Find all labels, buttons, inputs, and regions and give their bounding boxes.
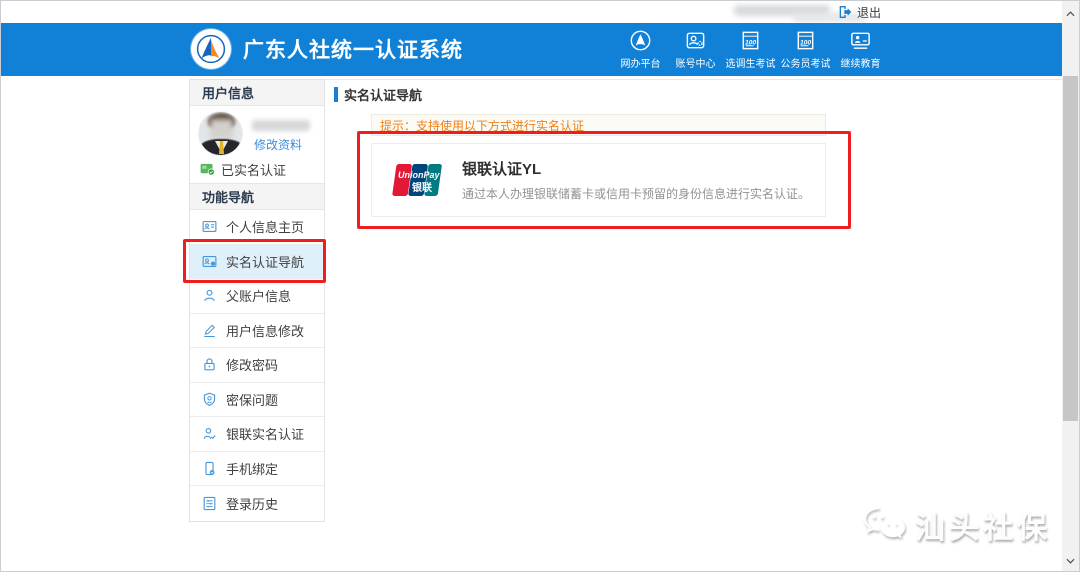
scrollbar-thumb[interactable]: [1063, 76, 1078, 421]
scrollbar-down-arrow[interactable]: [1062, 552, 1079, 569]
nav-item-account-center[interactable]: 账号中心: [668, 29, 723, 70]
exam-100-icon: 100: [742, 31, 759, 50]
sidebar: 用户信息 修改资料 已实名认证 功能导航 个人信息主页 实名认证导航 父账户信息…: [189, 79, 325, 522]
shield-icon: [203, 392, 216, 406]
sidebar-item-security-question[interactable]: 密保问题: [190, 382, 324, 417]
sidebar-item-label: 登录历史: [226, 496, 279, 512]
watermark-text: 汕头社保: [915, 512, 1051, 545]
pencil-icon: [204, 324, 215, 337]
page-title: 实名认证导航: [344, 88, 423, 103]
unionpay-logo-icon: UnionPay 银联: [392, 164, 442, 196]
verified-label: 已实名认证: [221, 163, 287, 178]
sidebar-item-label: 用户信息修改: [226, 323, 305, 339]
browser-top-strip: 退出: [1, 1, 1064, 23]
avatar: [198, 111, 243, 156]
title-accent-bar: [334, 87, 338, 102]
card-title: 银联认证YL: [462, 161, 542, 178]
sidebar-item-parent-account-info[interactable]: 父账户信息: [190, 279, 324, 314]
svg-text:银联: 银联: [412, 181, 432, 194]
nav-label: 继续教育: [840, 59, 881, 70]
person-check-icon: [203, 428, 216, 440]
unionpay-auth-card[interactable]: UnionPay 银联 银联认证YL 通过本人办理银联储蓄卡或信用卡预留的身份信…: [371, 143, 826, 217]
history-icon: [203, 496, 216, 510]
sidebar-item-realname-auth-nav[interactable]: 实名认证导航: [190, 244, 324, 279]
auth-card-icon: [202, 255, 217, 267]
sidebar-item-phone-binding[interactable]: 手机绑定: [190, 451, 324, 486]
person-icon: [204, 290, 215, 302]
watermark: 汕头社保: [863, 503, 1051, 547]
nav-label: 网办平台: [620, 59, 661, 70]
header-nav: 网办平台 账号中心 100 选调生考试 100 公务员考试 继续教育: [613, 26, 888, 73]
realname-verified-status: 已实名认证: [190, 156, 324, 184]
sidebar-item-label: 实名认证导航: [226, 254, 305, 270]
app-header: 广东人社统一认证系统 网办平台 账号中心 100 选调生考试 100 公务员考试…: [1, 23, 1064, 76]
card-description: 通过本人办理银联储蓄卡或信用卡预留的身份信息进行实名认证。: [462, 187, 811, 201]
sidebar-user-section-header: 用户信息: [190, 80, 324, 106]
nav-item-continuing-education[interactable]: 继续教育: [833, 29, 888, 70]
edit-profile-link[interactable]: 修改资料: [254, 136, 302, 153]
sidebar-item-personal-info-home[interactable]: 个人信息主页: [190, 210, 324, 245]
notice-bar: 提示：支持使用以下方式进行实名认证: [371, 114, 826, 136]
sidebar-item-change-password[interactable]: 修改密码: [190, 348, 324, 383]
sidebar-item-label: 父账户信息: [226, 289, 292, 305]
account-center-icon: [686, 32, 705, 49]
svg-text:100: 100: [800, 39, 811, 46]
sidebar-item-label: 手机绑定: [226, 461, 279, 477]
logout-door-icon: [839, 6, 852, 18]
redacted-user-name: [252, 120, 310, 131]
portal-icon: [630, 30, 651, 51]
nav-label: 账号中心: [675, 59, 716, 70]
brand: 广东人社统一认证系统: [191, 29, 463, 69]
sidebar-nav-section-header: 功能导航: [190, 184, 324, 210]
main-content: 实名认证导航 提示：支持使用以下方式进行实名认证 UnionPay 银联 银联认…: [325, 79, 1064, 571]
sidebar-item-label: 修改密码: [226, 358, 279, 374]
card-text: 银联认证YL 通过本人办理银联储蓄卡或信用卡预留的身份信息进行实名认证。: [462, 158, 810, 202]
logout-button[interactable]: 退出: [837, 3, 881, 21]
wechat-icon: [863, 506, 905, 539]
nav-item-xuandiaosheng-exam[interactable]: 100 选调生考试: [723, 29, 778, 70]
sidebar-item-label: 个人信息主页: [226, 220, 305, 236]
svg-text:100: 100: [745, 39, 756, 46]
svg-text:UnionPay: UnionPay: [398, 170, 441, 180]
logout-label: 退出: [857, 5, 882, 20]
id-card-icon: [202, 221, 217, 233]
page-title-row: 实名认证导航: [334, 85, 422, 104]
app-title: 广东人社统一认证系统: [243, 39, 463, 62]
sidebar-item-login-history[interactable]: 登录历史: [190, 486, 324, 521]
vertical-scrollbar[interactable]: [1062, 1, 1079, 571]
notice-text: 提示：支持使用以下方式进行实名认证: [380, 118, 585, 133]
app-window: 退出 广东人社统一认证系统 网办平台 账号中心 100 选调生考试 100 公务…: [0, 0, 1080, 572]
sidebar-item-user-info-edit[interactable]: 用户信息修改: [190, 313, 324, 348]
nav-label: 公务员考试: [780, 59, 831, 70]
user-card: 修改资料: [190, 106, 324, 156]
sidebar-item-label: 密保问题: [226, 392, 279, 408]
nav-label: 选调生考试: [725, 59, 776, 70]
sidebar-item-unionpay-realname-auth[interactable]: 银联实名认证: [190, 417, 324, 452]
nav-item-online-portal[interactable]: 网办平台: [613, 29, 668, 70]
education-icon: [851, 32, 870, 49]
gdhrss-logo-icon: [191, 29, 231, 69]
sidebar-item-label: 银联实名认证: [226, 427, 305, 443]
lock-icon: [204, 358, 215, 371]
nav-item-civil-servant-exam[interactable]: 100 公务员考试: [778, 29, 833, 70]
verified-badge-icon: [200, 163, 215, 176]
scrollbar-up-arrow[interactable]: [1062, 5, 1079, 22]
phone-icon: [205, 461, 215, 475]
exam-100-icon: 100: [797, 31, 814, 50]
